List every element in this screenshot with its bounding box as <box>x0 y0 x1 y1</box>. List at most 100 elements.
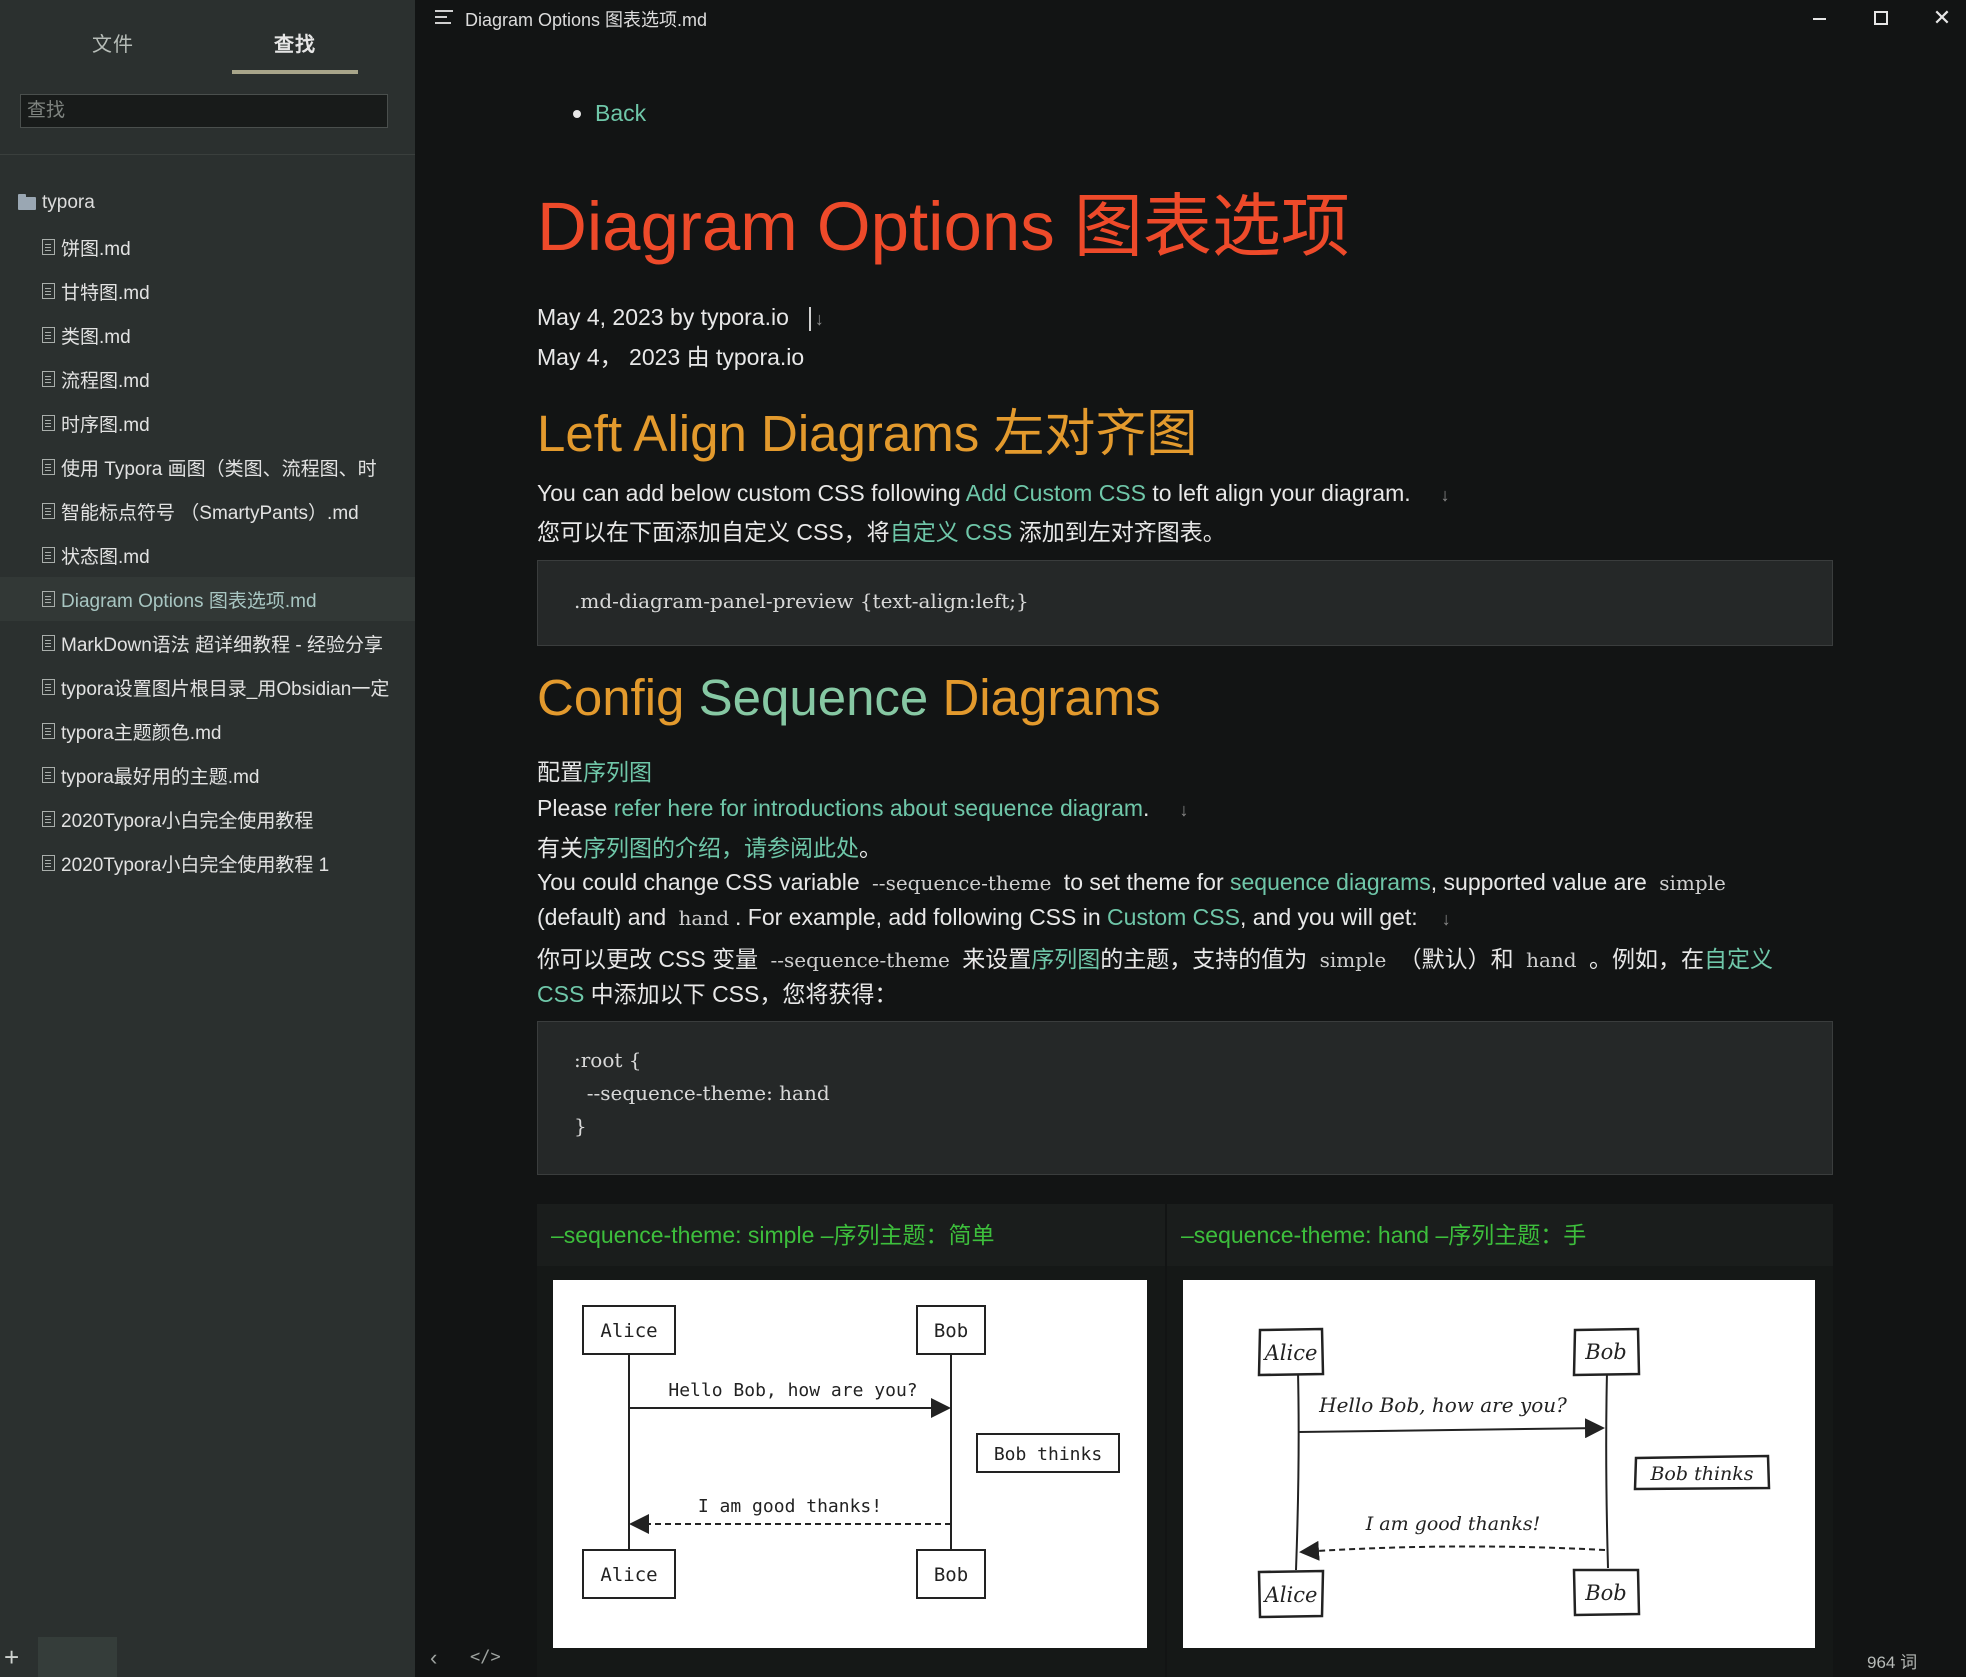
file-label: 智能标点符号 （SmartyPants）.md <box>61 502 359 524</box>
custom-css-link-cn[interactable]: 自定义 CSS <box>890 519 1013 545</box>
file-item[interactable]: 智能标点符号 （SmartyPants）.md <box>0 489 415 533</box>
file-item[interactable]: 流程图.md <box>0 357 415 401</box>
plus-icon[interactable]: + <box>4 1644 19 1670</box>
paragraph-please-en: Please refer here for introductions abou… <box>537 795 1188 822</box>
sequence-diagram-hand: Alice Bob Alice Bob Hello Bob, how are y… <box>1183 1280 1815 1648</box>
code-block-left-align[interactable]: .md-diagram-panel-preview {text-align:le… <box>537 560 1833 646</box>
text: . <box>1143 795 1150 821</box>
file-item[interactable]: 类图.md <box>0 313 415 357</box>
minimize-button[interactable] <box>1805 4 1833 32</box>
text: , supported value are <box>1430 869 1654 895</box>
table-cell-hand: Alice Bob Alice Bob Hello Bob, how are y… <box>1167 1266 1833 1677</box>
heading-part: Config <box>537 669 699 726</box>
file-icon <box>42 767 55 783</box>
file-item-active[interactable]: Diagram Options 图表选项.md <box>0 577 415 621</box>
file-item[interactable]: 使用 Typora 画图（类图、流程图、时 <box>0 445 415 489</box>
file-icon <box>42 811 55 827</box>
table-header-simple: –sequence-theme: simple –序列主题：简单 <box>537 1204 1165 1266</box>
add-custom-css-link[interactable]: Add Custom CSS <box>966 480 1146 506</box>
file-label: 状态图.md <box>61 546 150 568</box>
text: . For example, add following CSS in <box>735 904 1108 930</box>
text-cursor <box>808 306 811 331</box>
actor-label: Bob <box>1584 1581 1627 1605</box>
sidebar-footer-tab[interactable] <box>38 1637 117 1677</box>
file-icon <box>42 855 55 871</box>
actor-label: Bob <box>934 1564 968 1586</box>
active-tab-indicator <box>232 70 358 74</box>
file-icon <box>42 679 55 695</box>
title-bar: Diagram Options 图表选项.md ✕ <box>415 0 1966 34</box>
code-block-sequence-theme[interactable]: :root { --sequence-theme: hand } <box>537 1021 1833 1175</box>
text: You can add below custom CSS following <box>537 480 966 506</box>
file-item[interactable]: typora设置图片根目录_用Obsidian一定 <box>0 665 415 709</box>
actor-label: Bob <box>934 1320 968 1342</box>
text: 来设置 <box>955 946 1032 972</box>
actor-label: Alice <box>600 1564 657 1586</box>
file-icon <box>42 327 55 343</box>
custom-css-link-cn-2[interactable]: 自定义 <box>1704 946 1773 972</box>
text: to set theme for <box>1057 869 1231 895</box>
code-icon[interactable]: </> <box>470 1647 501 1667</box>
file-item[interactable]: 2020Typora小白完全使用教程 1 <box>0 841 415 885</box>
sequence-diagram-simple-svg: Alice Bob Alice Bob Hello Bob, how are y… <box>582 1305 1120 1599</box>
paragraph-change-en-2: (default) and hand. For example, add fol… <box>537 904 1451 931</box>
sequence-diagram-link-cn-2[interactable]: 序列图 <box>1031 946 1100 972</box>
file-item[interactable]: typora最好用的主题.md <box>0 753 415 797</box>
word-count[interactable]: 964 词 <box>1867 1648 1917 1673</box>
paragraph-please-cn: 有关序列图的介绍，请参阅此处。 <box>537 829 882 863</box>
folder-label: typora <box>42 192 95 213</box>
page-title: Diagram Options 图表选项 <box>537 188 1350 265</box>
file-label: 流程图.md <box>61 370 150 392</box>
message-arrow <box>1297 1418 1605 1439</box>
outline-icon[interactable] <box>435 10 453 24</box>
maximize-button[interactable] <box>1867 4 1895 32</box>
back-link[interactable]: Back <box>595 100 646 127</box>
window-title: Diagram Options 图表选项.md <box>465 10 708 30</box>
sequence-diagrams-link[interactable]: sequence diagrams <box>1230 869 1431 895</box>
tab-files[interactable]: 文件 <box>50 28 176 57</box>
file-icon <box>42 239 55 255</box>
sequence-diagram-simple: Alice Bob Alice Bob Hello Bob, how are y… <box>553 1280 1147 1648</box>
arrow-down-icon: ↓ <box>1179 800 1189 820</box>
file-item[interactable]: 时序图.md <box>0 401 415 445</box>
bullet-icon <box>573 109 581 118</box>
paragraph-change-en-1: You could change CSS variable --sequence… <box>537 869 1732 896</box>
sidebar-divider <box>0 154 415 155</box>
reply-label: I am good thanks! <box>698 1496 882 1517</box>
sidebar: 文件 查找 typora 饼图.md 甘特图.md 类图.md 流程图.md 时… <box>0 0 415 1677</box>
file-icon <box>42 723 55 739</box>
search-input[interactable] <box>20 94 388 128</box>
close-button[interactable]: ✕ <box>1928 4 1956 32</box>
file-item[interactable]: 2020Typora小白完全使用教程 <box>0 797 415 841</box>
text: 。例如，在 <box>1582 946 1704 972</box>
file-item[interactable]: typora主题颜色.md <box>0 709 415 753</box>
paragraph-config-cn: 配置序列图 <box>537 753 652 787</box>
text: 您可以在下面添加自定义 CSS，将 <box>537 519 890 545</box>
heading-link-sequence[interactable]: Sequence <box>699 669 929 726</box>
text: （默认）和 <box>1392 946 1521 972</box>
folder-icon <box>18 193 36 210</box>
file-label: 2020Typora小白完全使用教程 1 <box>61 854 330 876</box>
custom-css-link-cn-2b[interactable]: CSS <box>537 981 584 1007</box>
maximize-icon <box>1874 11 1888 25</box>
refer-here-link-cn[interactable]: 序列图的介绍，请参阅此处 <box>583 835 859 861</box>
paragraph-custom-cn: 您可以在下面添加自定义 CSS，将自定义 CSS 添加到左对齐图表。 <box>537 513 1226 547</box>
custom-css-link[interactable]: Custom CSS <box>1107 904 1240 930</box>
tab-search[interactable]: 查找 <box>232 28 358 57</box>
file-item[interactable]: 饼图.md <box>0 225 415 269</box>
folder-typora[interactable]: typora <box>18 188 95 218</box>
sequence-diagram-link-cn[interactable]: 序列图 <box>583 759 652 785</box>
inline-code: simple <box>1319 948 1387 972</box>
inline-code: simple <box>1659 871 1726 895</box>
diagram-comparison-table: –sequence-theme: simple –序列主题：简单 –sequen… <box>537 1204 1833 1677</box>
refer-here-link[interactable]: refer here for introductions about seque… <box>614 795 1143 821</box>
arrow-down-icon: ↓ <box>1441 909 1451 929</box>
message-label: Hello Bob, how are you? <box>1318 1393 1567 1417</box>
chevron-left-icon[interactable]: ‹ <box>430 1645 437 1671</box>
meta-en-text: May 4, 2023 by typora.io <box>537 304 789 330</box>
file-item[interactable]: 状态图.md <box>0 533 415 577</box>
file-item[interactable]: 甘特图.md <box>0 269 415 313</box>
text: (default) and <box>537 904 673 930</box>
inline-code: --sequence-theme <box>872 871 1052 895</box>
file-item[interactable]: MarkDown语法 超详细教程 - 经验分享 <box>0 621 415 665</box>
